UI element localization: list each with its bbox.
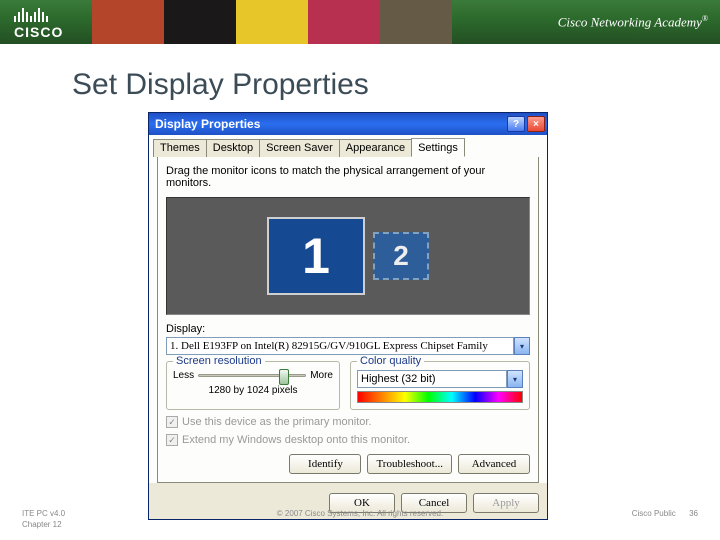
- footer-course: ITE PC v4.0: [22, 509, 182, 519]
- cisco-logo: CISCO: [14, 6, 63, 40]
- color-spectrum-bar: [357, 391, 523, 403]
- slide-title: Set Display Properties: [72, 68, 720, 102]
- resolution-legend: Screen resolution: [173, 355, 265, 367]
- identify-button[interactable]: Identify: [289, 454, 361, 474]
- color-quality-group: Color quality ▾: [350, 361, 530, 410]
- help-button[interactable]: ?: [507, 116, 525, 132]
- footer-chapter: Chapter 12: [22, 520, 182, 530]
- footer-copyright: © 2007 Cisco Systems, Inc. All rights re…: [182, 509, 538, 530]
- titlebar[interactable]: Display Properties ? ×: [149, 113, 547, 135]
- display-label: Display:: [166, 323, 530, 335]
- monitor-1-icon[interactable]: 1: [267, 217, 365, 295]
- slide-footer: ITE PC v4.0 Chapter 12 © 2007 Cisco Syst…: [0, 509, 720, 530]
- chevron-down-icon[interactable]: ▾: [507, 370, 523, 388]
- window-title: Display Properties: [155, 117, 505, 131]
- monitor-arrangement-area[interactable]: 1 2: [166, 197, 530, 315]
- resolution-value: 1280 by 1024 pixels: [173, 385, 333, 396]
- primary-monitor-checkbox-row: ✓ Use this device as the primary monitor…: [166, 416, 530, 428]
- less-label: Less: [173, 370, 194, 381]
- tab-settings[interactable]: Settings: [411, 138, 465, 157]
- slide-number: 36: [689, 509, 698, 518]
- tab-desktop[interactable]: Desktop: [206, 139, 260, 157]
- drag-hint: Drag the monitor icons to match the phys…: [166, 165, 530, 189]
- advanced-button[interactable]: Advanced: [458, 454, 530, 474]
- primary-monitor-label: Use this device as the primary monitor.: [182, 416, 372, 428]
- tab-strip: Themes Desktop Screen Saver Appearance S…: [153, 139, 543, 157]
- color-quality-legend: Color quality: [357, 355, 424, 367]
- academy-label: Cisco Networking Academy®: [558, 14, 708, 30]
- display-properties-dialog: Display Properties ? × Themes Desktop Sc…: [148, 112, 548, 520]
- display-select[interactable]: ▾: [166, 337, 530, 355]
- tab-appearance[interactable]: Appearance: [339, 139, 412, 157]
- monitor-2-icon[interactable]: 2: [373, 232, 429, 280]
- resolution-slider[interactable]: [198, 374, 306, 377]
- color-quality-value[interactable]: [357, 370, 507, 388]
- footer-classification: Cisco Public: [632, 509, 676, 518]
- tab-themes[interactable]: Themes: [153, 139, 207, 157]
- slider-thumb[interactable]: [279, 369, 289, 385]
- chevron-down-icon[interactable]: ▾: [514, 337, 530, 355]
- display-select-value[interactable]: [166, 337, 514, 355]
- slide-banner: CISCO Cisco Networking Academy®: [0, 0, 720, 44]
- troubleshoot-button[interactable]: Troubleshoot...: [367, 454, 452, 474]
- more-label: More: [310, 370, 333, 381]
- extend-desktop-label: Extend my Windows desktop onto this moni…: [182, 434, 410, 446]
- banner-photo-strip: [92, 0, 452, 44]
- screen-resolution-group: Screen resolution Less More 1280 by 1024…: [166, 361, 340, 410]
- close-button[interactable]: ×: [527, 116, 545, 132]
- settings-panel: Drag the monitor icons to match the phys…: [157, 157, 539, 483]
- color-quality-select[interactable]: ▾: [357, 370, 523, 388]
- extend-desktop-checkbox[interactable]: ✓: [166, 434, 178, 446]
- extend-desktop-checkbox-row: ✓ Extend my Windows desktop onto this mo…: [166, 434, 530, 446]
- tab-screen-saver[interactable]: Screen Saver: [259, 139, 340, 157]
- primary-monitor-checkbox[interactable]: ✓: [166, 416, 178, 428]
- logo-text: CISCO: [14, 24, 63, 40]
